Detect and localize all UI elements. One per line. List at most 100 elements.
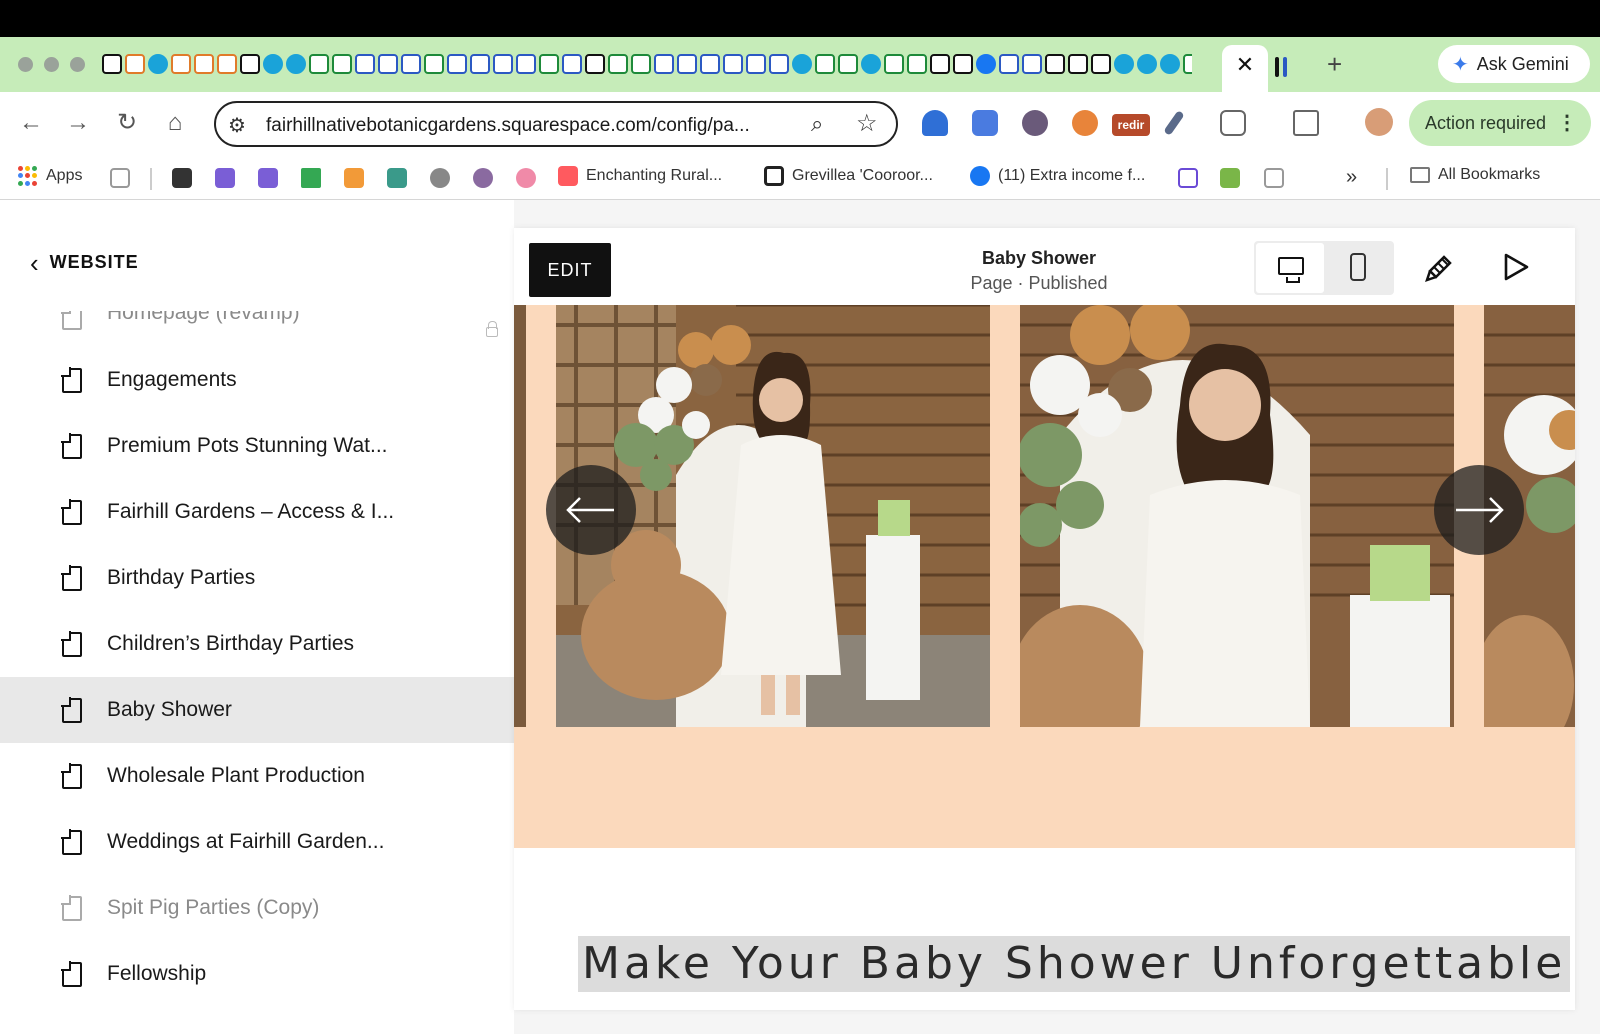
gallery-photo-partial-left[interactable] [514, 305, 526, 727]
shopify-bookmark-icon[interactable] [1220, 168, 1240, 188]
back-arrow-icon[interactable]: ← [16, 108, 46, 138]
tab-favicon[interactable] [102, 54, 122, 74]
tab-favicon[interactable] [861, 54, 881, 74]
tab-favicon[interactable] [1022, 54, 1042, 74]
gallery-next-button[interactable] [1434, 465, 1524, 555]
new-tab-icon[interactable]: + [1327, 49, 1342, 80]
tab-favicon[interactable] [1275, 57, 1279, 77]
tab-groups-icon[interactable] [110, 168, 130, 188]
eyedropper-icon[interactable] [1163, 110, 1185, 136]
tab-favicon[interactable] [723, 54, 743, 74]
tab-favicon[interactable] [631, 54, 651, 74]
edit-button[interactable]: EDIT [529, 243, 611, 297]
heart-bookmark-icon[interactable] [516, 168, 536, 188]
lion-bookmark-icon[interactable] [430, 168, 450, 188]
tab-favicon[interactable] [309, 54, 329, 74]
page-item[interactable]: Wholesale Plant Production [0, 743, 514, 809]
preview-play-icon[interactable] [1502, 252, 1530, 282]
tab-favicon[interactable] [999, 54, 1019, 74]
home-icon[interactable]: ⌂ [160, 108, 190, 138]
close-tab-icon[interactable]: ✕ [1233, 53, 1257, 77]
zoom-icon[interactable]: ⌕ [811, 111, 823, 137]
check-bookmark-icon[interactable] [1178, 168, 1198, 188]
pocket-bookmark-icon[interactable] [1264, 168, 1284, 188]
tab-favicon[interactable] [286, 54, 306, 74]
page-item[interactable]: Fairhill Gardens – Access & I... [0, 479, 514, 545]
mobile-view-icon[interactable] [1350, 253, 1366, 281]
tab-favicon[interactable] [562, 54, 582, 74]
site-settings-icon[interactable]: ⚙ [228, 113, 246, 138]
tab-favicon[interactable] [401, 54, 421, 74]
more-vertical-icon[interactable]: ⋮ [1557, 100, 1577, 146]
tab-favicon[interactable] [194, 54, 214, 74]
gallery-photo[interactable] [1020, 305, 1454, 727]
ask-gemini-button[interactable]: ✦ Ask Gemini [1438, 45, 1590, 83]
tab-favicon[interactable] [263, 54, 283, 74]
url-text[interactable]: fairhillnativebotanicgardens.squarespace… [266, 115, 750, 137]
tab-favicon[interactable] [1283, 57, 1288, 77]
page-item[interactable]: Homepage (revamp) [0, 311, 514, 341]
tab-favicon[interactable] [240, 54, 260, 74]
tab-favicon[interactable] [516, 54, 536, 74]
grid-bookmark-icon[interactable] [344, 168, 364, 188]
tab-favicon[interactable] [1091, 54, 1111, 74]
tab-search-icon[interactable] [1293, 110, 1319, 136]
tab-favicon[interactable] [838, 54, 858, 74]
bookmark-item[interactable]: Grevillea 'Cooroor... [764, 166, 933, 186]
tab-favicon[interactable] [654, 54, 674, 74]
tab-favicon[interactable] [539, 54, 559, 74]
tab-favicon[interactable] [148, 54, 168, 74]
extension-k-icon[interactable] [1022, 110, 1048, 136]
redirect-extension-icon[interactable]: redir [1112, 114, 1150, 136]
window-zoom-button[interactable] [70, 57, 85, 72]
tab-favicon[interactable] [424, 54, 444, 74]
page-item[interactable]: Fellowship [0, 941, 514, 1007]
profile-avatar[interactable] [1365, 108, 1393, 136]
chart-bookmark-icon[interactable] [387, 168, 407, 188]
tab-favicon[interactable] [976, 54, 996, 74]
page-item[interactable]: Birthday Parties [0, 545, 514, 611]
tab-favicon[interactable] [1114, 54, 1134, 74]
tab-favicon[interactable] [1068, 54, 1088, 74]
tab-favicon[interactable] [815, 54, 835, 74]
tab-favicon[interactable] [953, 54, 973, 74]
forward-arrow-icon[interactable]: → [63, 108, 93, 138]
tab-favicon[interactable] [171, 54, 191, 74]
extensions-puzzle-icon[interactable] [1220, 110, 1246, 136]
forms-bookmark-icon[interactable] [258, 168, 278, 188]
tab-favicon[interactable] [125, 54, 145, 74]
page-item[interactable]: Premium Pots Stunning Wat... [0, 413, 514, 479]
bookmark-item[interactable]: (11) Extra income f... [970, 166, 1145, 186]
tab-favicon[interactable] [930, 54, 950, 74]
page-item-selected[interactable]: Baby Shower [0, 677, 514, 743]
page-item[interactable]: Spit Pig Parties (Copy) [0, 875, 514, 941]
page-headline[interactable]: Make Your Baby Shower Unforgettable [578, 936, 1571, 992]
reload-icon[interactable]: ↻ [112, 108, 142, 138]
page-item[interactable]: Children’s Birthday Parties [0, 611, 514, 677]
tab-favicon-group[interactable] [1275, 57, 1315, 77]
tab-favicon[interactable] [792, 54, 812, 74]
all-bookmarks-button[interactable]: All Bookmarks [1410, 166, 1540, 184]
tab-favicon[interactable] [608, 54, 628, 74]
tab-favicon[interactable] [1183, 54, 1192, 74]
address-bar[interactable]: ⚙ fairhillnativebotanicgardens.squarespa… [214, 101, 898, 147]
tab-favicon[interactable] [884, 54, 904, 74]
gallery-prev-button[interactable] [546, 465, 636, 555]
tab-favicon[interactable] [746, 54, 766, 74]
tab-favicon[interactable] [1160, 54, 1180, 74]
tab-favicon[interactable] [700, 54, 720, 74]
forms-bookmark-icon[interactable] [215, 168, 235, 188]
page-item[interactable]: Weddings at Fairhill Garden... [0, 809, 514, 875]
bookmark-apps[interactable]: Apps [18, 166, 82, 186]
shell-bookmark-icon[interactable] [473, 168, 493, 188]
drive-bookmark-icon[interactable] [301, 168, 321, 188]
tab-favicon[interactable] [1137, 54, 1157, 74]
design-brush-icon[interactable] [1424, 251, 1456, 283]
website-back-link[interactable]: ‹ WEBSITE [30, 250, 139, 276]
window-minimize-button[interactable] [44, 57, 59, 72]
tab-favicon[interactable] [907, 54, 927, 74]
bookmarks-overflow-icon[interactable]: » [1346, 166, 1357, 189]
tab-favicon[interactable] [677, 54, 697, 74]
amazon-bookmark-icon[interactable] [172, 168, 192, 188]
tab-favicon[interactable] [769, 54, 789, 74]
